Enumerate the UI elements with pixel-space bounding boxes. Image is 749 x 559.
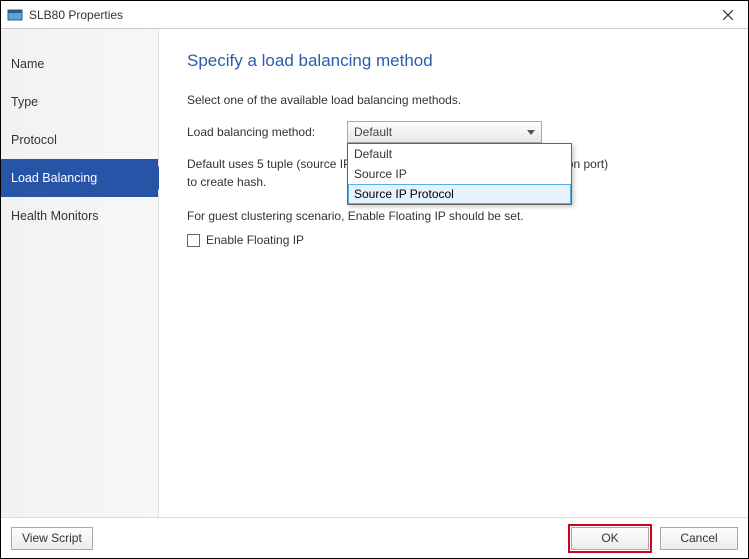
sidebar-item-label: Name bbox=[11, 57, 44, 71]
ok-button-highlight: OK bbox=[568, 524, 652, 553]
titlebar: SLB80 Properties bbox=[1, 1, 748, 29]
button-label: OK bbox=[601, 531, 618, 545]
dialog-body: Name Type Protocol Load Balancing Health… bbox=[1, 29, 748, 518]
sidebar: Name Type Protocol Load Balancing Health… bbox=[1, 29, 159, 517]
dropdown-option-label: Source IP bbox=[354, 167, 407, 181]
sidebar-item-load-balancing[interactable]: Load Balancing bbox=[1, 159, 158, 197]
cancel-button[interactable]: Cancel bbox=[660, 527, 738, 550]
titlebar-left: SLB80 Properties bbox=[7, 7, 123, 23]
sidebar-item-type[interactable]: Type bbox=[1, 83, 158, 121]
lb-method-dropdown: Default Source IP Source IP Protocol bbox=[347, 143, 572, 205]
view-script-button[interactable]: View Script bbox=[11, 527, 93, 550]
lb-method-combo-value: Default bbox=[354, 125, 392, 139]
footer-right: OK Cancel bbox=[568, 524, 738, 553]
close-icon bbox=[723, 10, 733, 20]
sidebar-item-health-monitors[interactable]: Health Monitors bbox=[1, 197, 158, 235]
lb-method-label: Load balancing method: bbox=[187, 125, 337, 139]
app-icon bbox=[7, 7, 23, 23]
sidebar-item-label: Health Monitors bbox=[11, 209, 99, 223]
content-pane: Specify a load balancing method Select o… bbox=[159, 29, 748, 517]
button-label: Cancel bbox=[680, 531, 717, 545]
sidebar-item-label: Protocol bbox=[11, 133, 57, 147]
enable-floating-ip-checkbox[interactable] bbox=[187, 234, 200, 247]
page-heading: Specify a load balancing method bbox=[187, 51, 720, 71]
sidebar-item-protocol[interactable]: Protocol bbox=[1, 121, 158, 159]
enable-floating-ip-row[interactable]: Enable Floating IP bbox=[187, 233, 720, 247]
lb-method-combo-display[interactable]: Default bbox=[347, 121, 542, 143]
lb-method-combo[interactable]: Default Default Source IP Sour bbox=[347, 121, 542, 143]
floating-ip-hint: For guest clustering scenario, Enable Fl… bbox=[187, 209, 720, 223]
dropdown-option-label: Source IP Protocol bbox=[354, 187, 454, 201]
lb-method-row: Load balancing method: Default Default bbox=[187, 121, 720, 143]
sidebar-item-label: Load Balancing bbox=[11, 171, 97, 185]
dropdown-option-label: Default bbox=[354, 147, 392, 161]
chevron-down-icon bbox=[527, 125, 535, 139]
dropdown-option-source-ip-protocol[interactable]: Source IP Protocol bbox=[348, 184, 571, 204]
page-description: Select one of the available load balanci… bbox=[187, 93, 720, 107]
sidebar-item-label: Type bbox=[11, 95, 38, 109]
dropdown-option-source-ip[interactable]: Source IP bbox=[348, 164, 571, 184]
window-title: SLB80 Properties bbox=[29, 8, 123, 22]
close-button[interactable] bbox=[714, 1, 742, 29]
button-label: View Script bbox=[22, 531, 82, 545]
sidebar-item-name[interactable]: Name bbox=[1, 45, 158, 83]
ok-button[interactable]: OK bbox=[571, 527, 649, 550]
enable-floating-ip-label: Enable Floating IP bbox=[206, 233, 304, 247]
dropdown-option-default[interactable]: Default bbox=[348, 144, 571, 164]
dialog-window: SLB80 Properties Name Type Protocol Load… bbox=[0, 0, 749, 559]
dialog-footer: View Script OK Cancel bbox=[1, 518, 748, 558]
